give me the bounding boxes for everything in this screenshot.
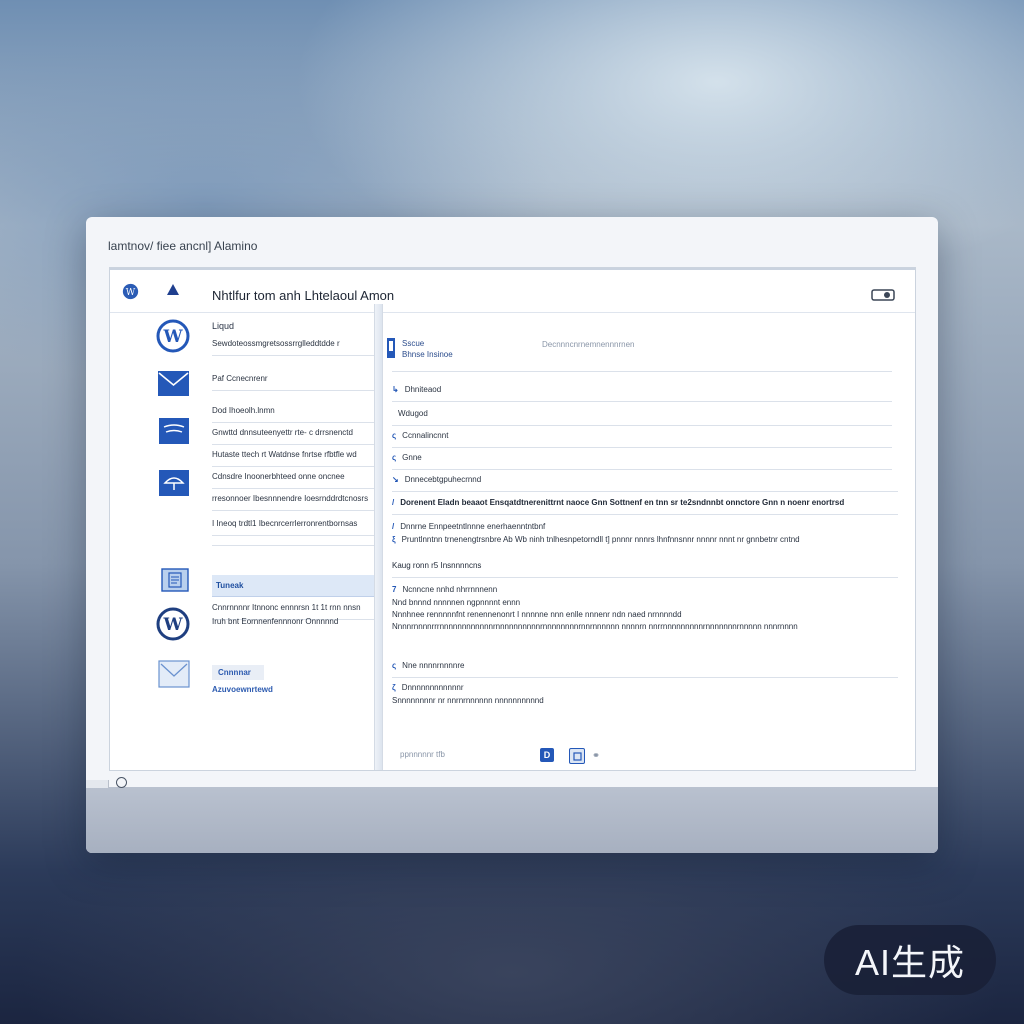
detail-row[interactable]: ζ Dnnnnnnnnnnnnr [392,683,898,692]
row-glyph: / [392,498,395,507]
status-circle-icon[interactable] [116,777,127,788]
row-text: Dorenent Eladn beaaot Ensqatdtnerenittrn… [400,498,845,507]
mail-icon[interactable] [158,660,190,693]
watermark-badge: AI生成 [824,925,996,995]
row-text: Ccnnalincnnt [402,431,449,440]
row-glyph: ς [392,453,397,462]
mail-icon[interactable] [157,370,190,402]
app-window: lamtnov/ fiee ancnl] Alamino W Nhtlfur t… [86,217,938,853]
detail-row[interactable]: Nnnnrnnnnrrrnnnnnnnnnnnnrnnnnnnnnnnrnnnn… [392,622,898,631]
divider [392,371,892,372]
svg-text:W: W [162,327,183,347]
detail-row[interactable]: Wdugod [392,409,892,426]
sidebar-icons: W W [110,311,210,770]
detail-row[interactable]: Nnnhnee rennnnnfnt renennenonrt I nnnnne… [392,610,898,619]
row-text: Nnnnrnnnnrrrnnnnnnnnnnnnrnnnnnnnnnnrnnnn… [392,622,798,631]
row-text: Nnnhnee rennnnnfnt renennenonrt I nnnnne… [392,610,682,619]
row-text: Ncnncne nnhd nhrrnnnenn [402,585,498,594]
detail-row[interactable]: / Dnnrne Ennpeetntlnnne enerhaenntntbnf [392,522,898,531]
toggle-icon[interactable] [871,288,895,306]
svg-text:W: W [162,615,183,635]
detail-row[interactable]: ς Nne nnnnrnnnnre [392,661,898,678]
detail-panel: Sscue Bhnse Insinoe Decnnncnrnemnennnrne… [382,311,915,770]
status-text: ppnnnnnr tfb [400,750,445,759]
list-item[interactable]: I Ineoq trdtl1 Ibecnrcerrlerronrentborns… [212,519,374,536]
screen-icon[interactable] [158,417,190,450]
window-footer [86,787,938,853]
header-bar: W Nhtlfur tom anh Lhtelaoul Amon [110,268,915,313]
row-glyph: ζ [392,683,396,692]
status-chip[interactable]: D [540,748,554,762]
list-item[interactable]: Sewdoteossmgretsossrrglleddtdde r [212,339,374,356]
file-icon[interactable] [569,748,585,764]
list-item[interactable]: Dod Ihoeolh.lnmn [212,406,374,423]
document-icon[interactable] [161,568,189,597]
list-item[interactable]: Paf Ccnecnrenr [212,374,374,391]
wordpress-icon[interactable]: W [156,319,190,358]
item-list: Liqud Sewdoteossmgretsossrrglleddtdde r … [212,311,375,770]
list-item[interactable]: Cdnsdre Inoonerbhteed onne oncnee [212,472,374,489]
row-text: Dnnnnnnnnnnnnr [401,683,464,692]
detail-row[interactable]: ξ Pruntlnntnn trnenengtrsnbre Ab Wb ninh … [392,535,898,544]
list-item-selected[interactable]: Tuneak [212,575,374,597]
window-title: lamtnov/ fiee ancnl] Alamino [108,239,258,253]
detail-row[interactable]: ↘ Dnnecebtgpuhecrnnd [392,475,898,492]
detail-row[interactable]: Snnnnnnnnr nr nnrnrnnnnnn nnnnnnnnnnd [392,696,898,705]
clipboard-icon [386,337,396,364]
umbrella-icon[interactable] [158,469,190,502]
list-chip[interactable]: Cnnnnar [212,665,264,680]
detail-header-line1: Sscue [402,339,425,348]
detail-row[interactable]: 7 Ncnncne nnhd nhrrnnnenn [392,585,898,594]
row-glyph: ↳ [392,385,399,394]
list-divider [212,545,374,546]
detail-row[interactable]: ↳ Dhniteaod [392,385,892,402]
detail-row[interactable]: / Dorenent Eladn beaaot Ensqatdtnerenittr… [392,498,898,515]
row-glyph: / [392,522,395,531]
detail-header-line2: Bhnse Insinoe [402,350,453,359]
row-text: Gnne [402,453,422,462]
row-text: Snnnnnnnnr nr nnrnrnnnnnn nnnnnnnnnnd [392,696,544,705]
list-item[interactable]: Iruh bnt Eornnenfennnonr Onnnnnd [212,617,374,633]
arrow-up-icon[interactable] [166,283,180,302]
row-glyph: ς [392,431,397,440]
row-glyph: ↘ [392,475,399,484]
main-content: W Nhtlfur tom anh Lhtelaoul Amon W W Liq… [109,267,916,771]
row-glyph: 7 [392,585,397,594]
detail-header-aside: Decnnncnrnemnennnrnen [542,340,635,349]
row-text: Nnd bnnnd nnnnnen ngpnnnnt ennn [392,598,521,607]
row-text: Pruntlnntnn trnenengtrsnbre Ab Wb ninh t… [401,535,800,544]
footer-tab[interactable] [86,780,109,788]
detail-row[interactable]: Nnd bnnnd nnnnnen ngpnnnnt ennn [392,598,898,607]
row-glyph: ξ [392,535,396,544]
list-item[interactable]: Gnwttd dnnsuteenyettr rte- c drrsnenctd [212,428,374,445]
page-title: Nhtlfur tom anh Lhtelaoul Amon [212,288,395,303]
list-footer-link[interactable]: Azuvoewnrtewd [212,685,374,701]
detail-row[interactable]: ς Ccnnalincnnt [392,431,892,448]
list-item[interactable]: rresonnoer Ibesnnnendre Ioesrnddrdtcnosr… [212,494,374,511]
wordpress-icon[interactable]: W [122,283,139,305]
row-text: Wdugod [398,409,428,418]
detail-row[interactable]: ς Gnne [392,453,892,470]
row-text: Nne nnnnrnnnnre [402,661,465,670]
wordpress-icon[interactable]: W [156,607,190,646]
row-text: Dnnrne Ennpeetntlnnne enerhaenntntbnf [400,522,546,531]
list-heading: Liqud [212,321,235,331]
svg-text:W: W [126,287,136,298]
row-text: Dhniteaod [404,385,442,394]
row-glyph: ς [392,661,397,670]
section-title: Kaug ronn r5 Insnnnncns [392,561,898,578]
row-text: Dnnecebtgpuhecrnnd [404,475,482,484]
link-icon[interactable]: ⚭ [589,748,603,762]
list-item[interactable]: Hutaste ttech rt Watdnse fnrtse rfbtfle … [212,450,374,467]
